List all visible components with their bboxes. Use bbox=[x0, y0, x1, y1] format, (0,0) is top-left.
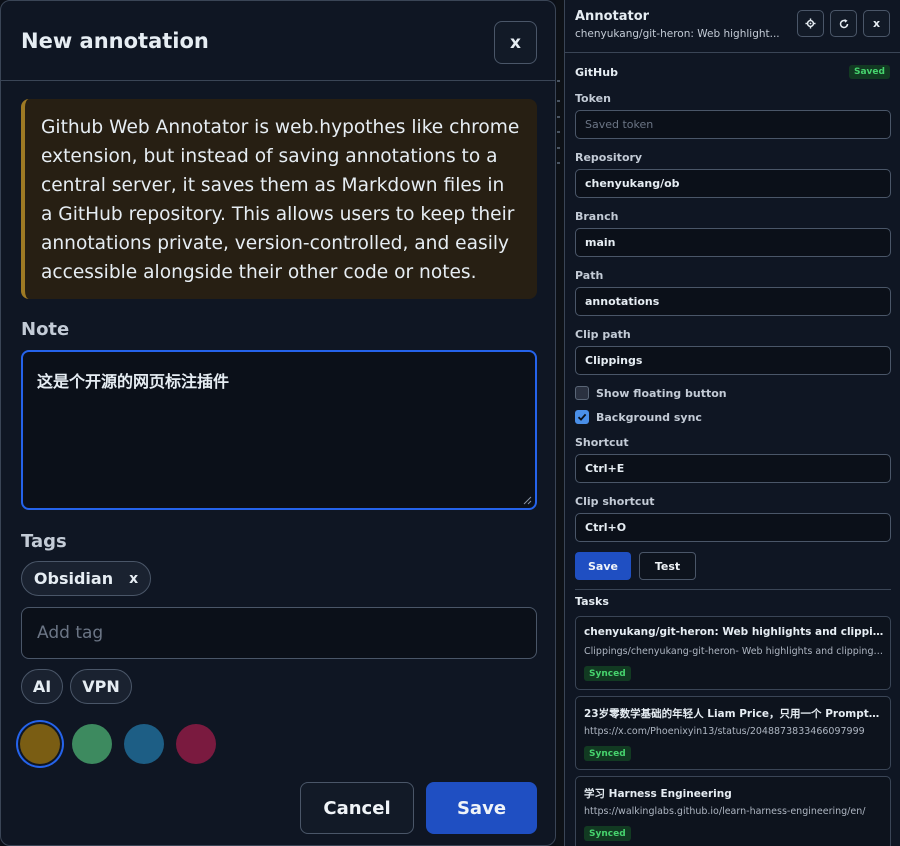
background-sync-label: Background sync bbox=[596, 410, 702, 424]
note-textarea[interactable]: 这是个开源的网页标注插件 bbox=[21, 350, 537, 510]
window-gap bbox=[556, 0, 564, 846]
task-title: chenyukang/git-heron: Web highlights and… bbox=[584, 626, 884, 638]
note-text: 这是个开源的网页标注插件 bbox=[37, 372, 230, 391]
task-item[interactable]: 23岁零数学基础的年轻人 Liam Price，只用一个 Prompt，把 AI… bbox=[575, 696, 891, 770]
shortcut-input[interactable] bbox=[575, 454, 891, 483]
show-floating-button-label: Show floating button bbox=[596, 386, 727, 400]
clip-shortcut-label: Clip shortcut bbox=[575, 495, 655, 508]
panel-title: Annotator bbox=[575, 9, 650, 24]
suggested-tag-vpn[interactable]: VPN bbox=[70, 669, 132, 704]
shortcut-label: Shortcut bbox=[575, 436, 629, 449]
task-path: Clippings/chenyukang-git-heron- Web high… bbox=[584, 646, 884, 657]
clip-shortcut-input[interactable] bbox=[575, 513, 891, 542]
resize-grip-icon[interactable] bbox=[522, 495, 532, 505]
gear-icon[interactable] bbox=[797, 10, 824, 37]
tags-label: Tags bbox=[21, 531, 67, 552]
tag-chip-label: Obsidian bbox=[33, 569, 114, 588]
background-sync-checkbox[interactable] bbox=[575, 410, 589, 424]
tasks-label: Tasks bbox=[575, 595, 609, 608]
suggested-tag-ai[interactable]: AI bbox=[21, 669, 63, 704]
save-button[interactable]: Save bbox=[426, 782, 537, 834]
modal-close-button[interactable]: x bbox=[494, 21, 537, 64]
modal-title: New annotation bbox=[21, 29, 209, 53]
settings-save-button[interactable]: Save bbox=[575, 552, 631, 580]
background-sync-row[interactable]: Background sync bbox=[575, 410, 702, 424]
remove-tag-button[interactable]: x bbox=[129, 571, 138, 587]
checkmark-icon bbox=[577, 413, 587, 421]
task-path: https://walkinglabs.github.io/learn-harn… bbox=[584, 806, 866, 817]
add-tag-input[interactable] bbox=[21, 607, 537, 659]
color-swatch-crimson[interactable] bbox=[176, 724, 216, 764]
refresh-icon[interactable] bbox=[830, 10, 857, 37]
panel-subtitle: chenyukang/git-heron: Web highlight... bbox=[575, 28, 780, 40]
repository-label: Repository bbox=[575, 151, 643, 164]
show-floating-button-checkbox[interactable] bbox=[575, 386, 589, 400]
modal-header: New annotation x bbox=[1, 1, 555, 81]
color-swatch-gold[interactable] bbox=[20, 724, 60, 764]
tasks-divider bbox=[575, 589, 891, 590]
token-label: Token bbox=[575, 92, 611, 105]
test-button[interactable]: Test bbox=[639, 552, 696, 580]
header-divider bbox=[565, 52, 900, 53]
new-annotation-modal: New annotation x Github Web Annotator is… bbox=[0, 0, 556, 846]
close-icon: x bbox=[872, 17, 881, 30]
tag-chip-obsidian: Obsidian x bbox=[21, 561, 151, 596]
saved-badge: Saved bbox=[849, 65, 890, 79]
branch-label: Branch bbox=[575, 210, 619, 223]
section-github: GitHub bbox=[575, 66, 618, 79]
branch-input[interactable] bbox=[575, 228, 891, 257]
token-input[interactable] bbox=[575, 110, 891, 139]
color-swatch-blue[interactable] bbox=[124, 724, 164, 764]
synced-badge: Synced bbox=[584, 826, 631, 841]
synced-badge: Synced bbox=[584, 746, 631, 761]
path-label: Path bbox=[575, 269, 604, 282]
note-label: Note bbox=[21, 319, 70, 340]
clip-path-input[interactable] bbox=[575, 346, 891, 375]
color-swatch-green[interactable] bbox=[72, 724, 112, 764]
task-title: 学习 Harness Engineering bbox=[584, 788, 732, 800]
task-item[interactable]: 学习 Harness Engineering https://walkingla… bbox=[575, 776, 891, 846]
task-title: 23岁零数学基础的年轻人 Liam Price，只用一个 Prompt，把 AI… bbox=[584, 708, 884, 720]
panel-close-button[interactable]: x bbox=[863, 10, 890, 37]
task-path: https://x.com/Phoenixyin13/status/204887… bbox=[584, 726, 865, 737]
cancel-button[interactable]: Cancel bbox=[300, 782, 414, 834]
highlighted-quote: Github Web Annotator is web.hypothes lik… bbox=[21, 99, 537, 299]
annotator-settings-panel: Annotator chenyukang/git-heron: Web high… bbox=[564, 0, 900, 846]
synced-badge: Synced bbox=[584, 666, 631, 681]
show-floating-button-row[interactable]: Show floating button bbox=[575, 386, 727, 400]
clip-path-label: Clip path bbox=[575, 328, 631, 341]
path-input[interactable] bbox=[575, 287, 891, 316]
task-item[interactable]: chenyukang/git-heron: Web highlights and… bbox=[575, 616, 891, 690]
repository-input[interactable] bbox=[575, 169, 891, 198]
